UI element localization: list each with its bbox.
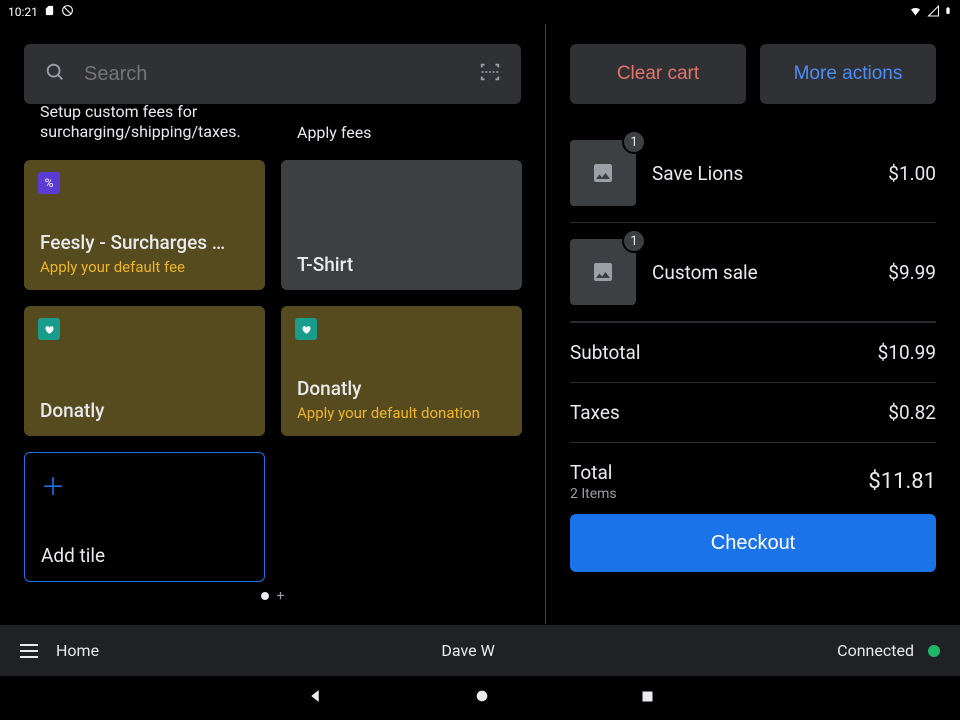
wifi-icon [908,5,923,20]
item-name: Save Lions [652,162,872,185]
cart-item[interactable]: 1 Custom sale $9.99 [570,223,936,322]
sd-card-icon [44,4,55,20]
more-actions-button[interactable]: More actions [760,44,936,104]
tile-donatly-2[interactable]: Donatly Apply your default donation [281,306,522,436]
cart-pane: Clear cart More actions 1 Save Lions $1.… [546,24,960,624]
search-bar[interactable] [24,44,521,104]
item-thumbnail: 1 [570,239,636,305]
search-input[interactable] [84,63,461,86]
nav-back-icon[interactable] [306,687,324,709]
percent-icon: % [38,172,60,194]
cell-signal-icon [927,5,940,20]
add-tile-button[interactable]: ＋ Add tile [24,452,265,582]
subtotal-row: Subtotal $10.99 [570,322,936,382]
battery-icon [944,4,952,20]
page-indicator: + [24,588,521,604]
search-icon [44,61,66,87]
menu-button[interactable] [20,644,38,658]
products-pane: Setup custom fees for surcharging/shippi… [0,24,545,624]
home-label[interactable]: Home [56,641,99,660]
qty-badge: 1 [622,130,646,154]
page-dot-active [261,592,269,600]
current-user[interactable]: Dave W [441,641,494,660]
status-time: 10:21 [8,5,38,19]
nav-recent-icon[interactable] [640,689,655,708]
android-nav-bar [0,676,960,720]
dnd-icon [61,4,74,20]
heart-hand-icon [38,318,60,340]
tile-apply-fees-partial[interactable]: Apply fees [281,112,522,152]
tile-feesly[interactable]: % Feesly - Surcharges … Apply your defau… [24,160,265,290]
plus-icon: ＋ [41,467,248,502]
clear-cart-button[interactable]: Clear cart [570,44,746,104]
item-price: $1.00 [888,162,936,185]
item-price: $9.99 [888,261,936,284]
tile-donatly-1[interactable]: Donatly [24,306,265,436]
heart-hand-icon [295,318,317,340]
tile-custom-fees-partial[interactable]: Setup custom fees for surcharging/shippi… [24,112,265,152]
bottom-bar: Home Dave W Connected [0,624,960,676]
barcode-scan-icon[interactable] [479,61,501,87]
add-page-icon[interactable]: + [277,588,285,604]
total-row: Total 2 Items $11.81 [570,442,936,514]
qty-badge: 1 [622,229,646,253]
connection-status-dot [928,645,940,657]
connection-status-label: Connected [837,641,914,660]
taxes-row: Taxes $0.82 [570,382,936,442]
cart-item[interactable]: 1 Save Lions $1.00 [570,124,936,223]
android-status-bar: 10:21 [0,0,960,24]
checkout-button[interactable]: Checkout [570,514,936,572]
nav-home-icon[interactable] [474,688,490,708]
tile-tshirt[interactable]: T-Shirt [281,160,522,290]
item-thumbnail: 1 [570,140,636,206]
item-name: Custom sale [652,261,872,284]
